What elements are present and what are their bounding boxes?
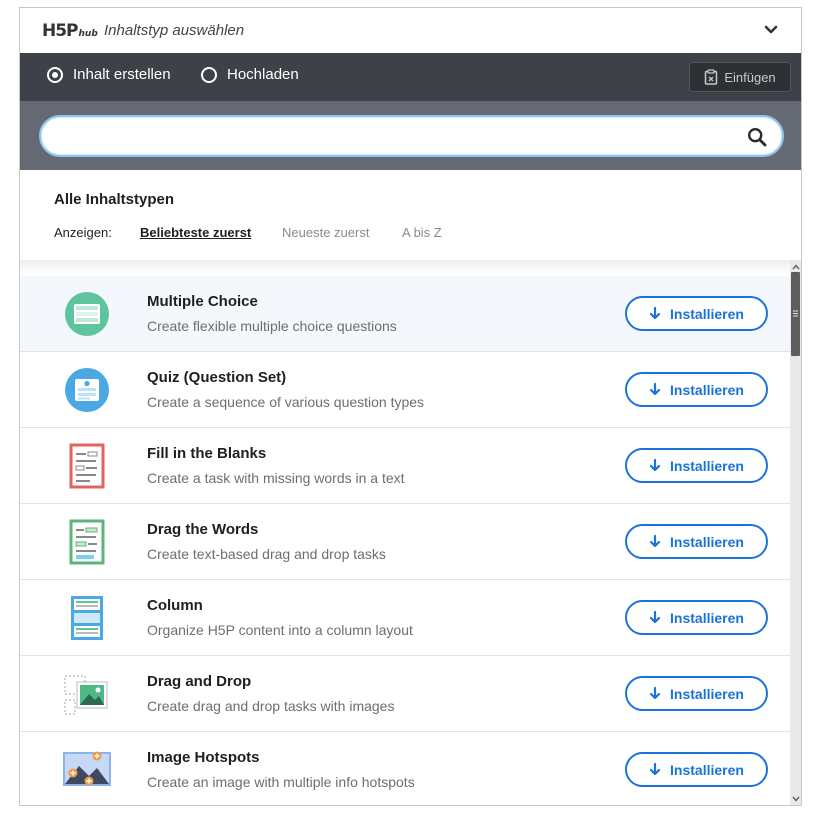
install-label: Installieren [670, 305, 744, 322]
item-name: Drag and Drop [147, 673, 252, 690]
item-description: Create an image with multiple info hotsp… [147, 774, 415, 790]
tab-upload-label: Hochladen [227, 66, 299, 83]
list-item[interactable]: Quiz (Question Set) Create a sequence of… [20, 352, 790, 428]
search-icon[interactable] [747, 127, 767, 147]
radio-selected-icon [47, 66, 63, 83]
item-name: Multiple Choice [147, 293, 258, 310]
list-top-shadow [20, 260, 790, 274]
hub-title: Inhaltstyp auswählen [104, 22, 245, 39]
list-item[interactable]: Fill in the Blanks Create a task with mi… [20, 428, 790, 504]
download-arrow-icon [649, 763, 661, 776]
item-name: Column [147, 597, 203, 614]
item-description: Create text-based drag and drop tasks [147, 546, 386, 562]
download-arrow-icon [649, 611, 661, 624]
list-item[interactable]: Drag the Words Create text-based drag an… [20, 504, 790, 580]
install-button[interactable]: Installieren [625, 752, 768, 787]
scrollbar[interactable] [790, 260, 801, 805]
item-name: Image Hotspots [147, 749, 260, 766]
content-header: Alle Inhaltstypen Anzeigen: Beliebteste … [20, 170, 801, 260]
tab-upload[interactable]: Hochladen [201, 66, 299, 83]
list-item[interactable]: Image Hotspots Create an image with mult… [20, 732, 790, 805]
item-description: Create a task with missing words in a te… [147, 470, 405, 486]
install-button[interactable]: Installieren [625, 372, 768, 407]
install-label: Installieren [670, 533, 744, 550]
list-item[interactable]: Multiple Choice Create flexible multiple… [20, 276, 790, 352]
sort-newest-link[interactable]: Neueste zuerst [282, 225, 369, 240]
item-name: Quiz (Question Set) [147, 369, 287, 386]
clipboard-icon [705, 69, 718, 85]
install-label: Installieren [670, 761, 744, 778]
install-button[interactable]: Installieren [625, 600, 768, 635]
fill-in-blanks-icon [69, 443, 105, 489]
install-label: Installieren [670, 685, 744, 702]
install-button[interactable]: Installieren [625, 676, 768, 711]
list-item[interactable]: Column Organize H5P content into a colum… [20, 580, 790, 656]
search-bar [20, 101, 801, 170]
install-button[interactable]: Installieren [625, 296, 768, 331]
download-arrow-icon [649, 383, 661, 396]
download-arrow-icon [649, 535, 661, 548]
paste-label: Einfügen [724, 69, 776, 85]
item-description: Create a sequence of various question ty… [147, 394, 425, 410]
scroll-up-arrow-icon[interactable] [790, 261, 801, 272]
install-label: Installieren [670, 609, 744, 626]
question-set-icon [65, 368, 109, 412]
drag-the-words-icon [69, 519, 105, 565]
item-description: Organize H5P content into a column layou… [147, 622, 413, 638]
content-type-selector: H5Phub Inhaltstyp auswählen Inhalt erste… [19, 7, 802, 806]
item-name: Fill in the Blanks [147, 445, 267, 462]
install-button[interactable]: Installieren [625, 448, 768, 483]
download-arrow-icon [649, 459, 661, 472]
download-arrow-icon [649, 687, 661, 700]
item-description: Create drag and drop tasks with images [147, 698, 395, 714]
multiple-choice-icon [65, 292, 109, 336]
column-icon [71, 596, 103, 640]
chevron-down-icon[interactable] [763, 22, 779, 38]
drag-and-drop-icon [64, 675, 108, 715]
install-button[interactable]: Installieren [625, 524, 768, 559]
list-item[interactable]: Drag and Drop Create drag and drop tasks… [20, 656, 790, 732]
item-name: Drag the Words [147, 521, 259, 538]
hub-header[interactable]: H5Phub Inhaltstyp auswählen [20, 8, 801, 53]
scrollbar-thumb[interactable] [791, 272, 800, 356]
content-type-list: Multiple Choice Create flexible multiple… [20, 260, 790, 805]
tab-bar: Inhalt erstellen Hochladen Einfügen [20, 53, 801, 101]
sort-label: Anzeigen: [54, 225, 112, 240]
tab-create-content[interactable]: Inhalt erstellen [47, 66, 171, 83]
h5p-hub-logo: H5Phub [42, 21, 98, 41]
sort-az-link[interactable]: A bis Z [402, 225, 442, 240]
content-title: Alle Inhaltstypen [54, 191, 175, 208]
sort-popular-link[interactable]: Beliebteste zuerst [140, 225, 251, 240]
install-label: Installieren [670, 381, 744, 398]
radio-icon [201, 66, 217, 83]
tab-create-label: Inhalt erstellen [73, 66, 171, 83]
paste-button[interactable]: Einfügen [689, 62, 791, 92]
item-description: Create flexible multiple choice question… [147, 318, 397, 334]
download-arrow-icon [649, 307, 661, 320]
search-input[interactable] [39, 115, 784, 157]
scroll-down-arrow-icon[interactable] [790, 793, 801, 804]
grip-icon [793, 310, 798, 317]
image-hotspots-icon [63, 751, 111, 786]
install-label: Installieren [670, 457, 744, 474]
